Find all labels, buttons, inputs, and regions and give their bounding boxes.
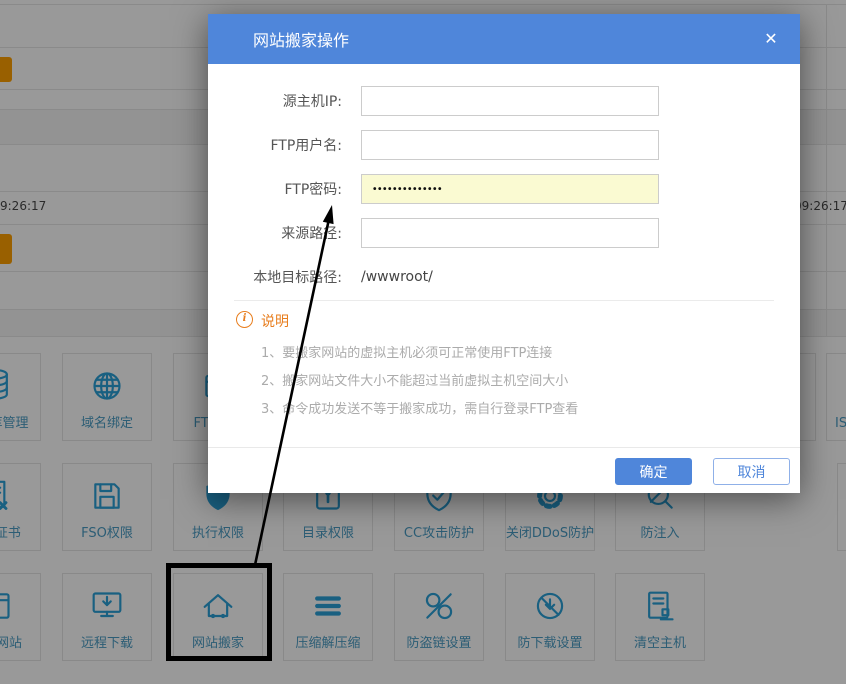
dialog-title: 网站搬家操作 [253, 27, 349, 51]
ftp-username-input[interactable] [361, 130, 659, 160]
target-path-label: 本地目标路径: [208, 267, 342, 287]
cancel-button[interactable]: 取消 [713, 458, 790, 485]
source-path-label: 来源路径: [208, 223, 342, 243]
ftp-password-input[interactable] [361, 174, 659, 204]
note-title: 说明 [261, 311, 289, 331]
note-item: 1、要搬家网站的虚拟主机必须可正常使用FTP连接 [261, 342, 552, 361]
dialog-header: 网站搬家操作 ✕ [208, 14, 800, 64]
form-row: 本地目标路径: /wwwroot/ [208, 262, 800, 292]
confirm-button[interactable]: 确定 [615, 458, 692, 485]
form-row: FTP密码: [208, 174, 800, 204]
source-ip-input[interactable] [361, 86, 659, 116]
close-icon[interactable]: ✕ [760, 28, 782, 50]
screen: 9:26:17 09:26:17 数据库管理 域名绑定 [0, 0, 846, 684]
note-item: 2、搬家网站文件大小不能超过当前虚拟主机空间大小 [261, 370, 568, 389]
form-row: FTP用户名: [208, 130, 800, 160]
divider [234, 300, 774, 301]
info-icon: i [236, 311, 253, 328]
source-path-input[interactable] [361, 218, 659, 248]
note-item: 3、命令成功发送不等于搬家成功，需自行登录FTP查看 [261, 398, 578, 417]
ftp-password-label: FTP密码: [208, 179, 342, 199]
source-ip-label: 源主机IP: [208, 91, 342, 111]
site-migrate-dialog: 网站搬家操作 ✕ 源主机IP: FTP用户名: FTP密码: 来源路径: 本地目… [208, 14, 800, 493]
target-path-value: /wwwroot/ [361, 269, 433, 285]
form-row: 源主机IP: [208, 86, 800, 116]
form-row: 来源路径: [208, 218, 800, 248]
divider [208, 447, 800, 448]
ftp-username-label: FTP用户名: [208, 135, 342, 155]
